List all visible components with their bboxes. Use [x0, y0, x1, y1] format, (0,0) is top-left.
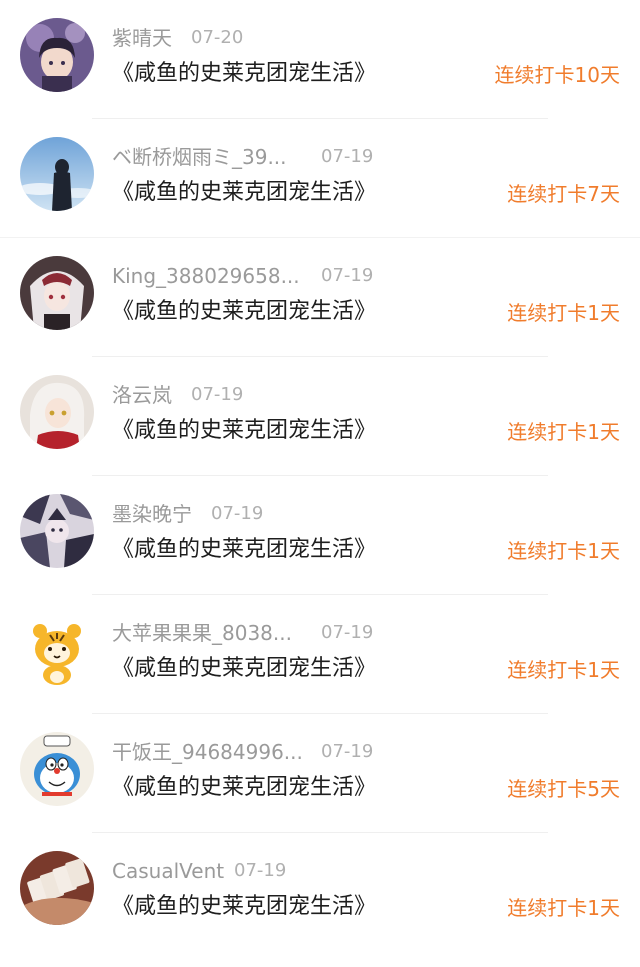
avatar[interactable]: [20, 851, 94, 925]
avatar[interactable]: [20, 732, 94, 806]
cartoon-tiger-avatar-icon: [20, 613, 94, 687]
username[interactable]: 紫晴天: [112, 24, 172, 52]
list-item[interactable]: 紫晴天 07-20 《咸鱼的史莱克团宠生活》 连续打卡10天: [0, 0, 640, 119]
avatar[interactable]: [20, 137, 94, 211]
username[interactable]: King_388029658...: [112, 262, 300, 290]
avatar[interactable]: [20, 18, 94, 92]
streak-badge: 连续打卡7天: [507, 182, 620, 206]
anime-collage-avatar-icon: [20, 494, 94, 568]
silhouette-sky-avatar-icon: [20, 137, 94, 211]
list-item[interactable]: King_388029658... 07-19 《咸鱼的史莱克团宠生活》 连续打…: [0, 238, 640, 357]
date: 07-19: [211, 503, 264, 524]
item-meta: 墨染晚宁 07-19: [112, 500, 412, 528]
streak-badge: 连续打卡1天: [507, 420, 620, 444]
date: 07-19: [234, 860, 287, 881]
streak-badge: 连续打卡1天: [507, 539, 620, 563]
list-item[interactable]: CasualVent 07-19 《咸鱼的史莱克团宠生活》 连续打卡1天: [0, 833, 640, 952]
username[interactable]: 墨染晚宁: [112, 500, 192, 528]
item-meta: ベ断桥烟雨ミ_39... 07-19: [112, 143, 412, 171]
playing-cards-avatar-icon: [20, 851, 94, 925]
streak-badge: 连续打卡10天: [494, 63, 620, 87]
list-item[interactable]: 大苹果果果_8038... 07-19 《咸鱼的史莱克团宠生活》 连续打卡1天: [0, 595, 640, 714]
list-item[interactable]: 洛云岚 07-19 《咸鱼的史莱克团宠生活》 连续打卡1天: [0, 357, 640, 476]
anime-white-hair-avatar-icon: [20, 375, 94, 449]
book-title[interactable]: 《咸鱼的史莱克团宠生活》: [112, 415, 376, 447]
item-meta: King_388029658... 07-19: [112, 262, 412, 290]
avatar[interactable]: [20, 256, 94, 330]
book-title[interactable]: 《咸鱼的史莱克团宠生活》: [112, 891, 376, 923]
item-meta: 干饭王_94684996... 07-19: [112, 738, 412, 766]
book-title[interactable]: 《咸鱼的史莱克团宠生活》: [112, 534, 376, 566]
anime-girl-purple-avatar-icon: [20, 18, 94, 92]
avatar[interactable]: [20, 613, 94, 687]
book-title[interactable]: 《咸鱼的史莱克团宠生活》: [112, 177, 376, 209]
book-title[interactable]: 《咸鱼的史莱克团宠生活》: [112, 653, 376, 685]
streak-badge: 连续打卡1天: [507, 658, 620, 682]
book-title[interactable]: 《咸鱼的史莱克团宠生活》: [112, 296, 376, 328]
item-meta: 大苹果果果_8038... 07-19: [112, 619, 412, 647]
date: 07-19: [191, 384, 244, 405]
streak-badge: 连续打卡1天: [507, 301, 620, 325]
date: 07-19: [321, 146, 374, 167]
date: 07-20: [191, 27, 244, 48]
avatar[interactable]: [20, 375, 94, 449]
username[interactable]: 干饭王_94684996...: [112, 738, 303, 766]
username[interactable]: 大苹果果果_8038...: [112, 619, 292, 647]
list-item[interactable]: 干饭王_94684996... 07-19 《咸鱼的史莱克团宠生活》 连续打卡5…: [0, 714, 640, 833]
item-meta: CasualVent 07-19: [112, 857, 412, 885]
username[interactable]: 洛云岚: [112, 381, 172, 409]
anime-maid-avatar-icon: [20, 256, 94, 330]
streak-badge: 连续打卡5天: [507, 777, 620, 801]
streak-badge: 连续打卡1天: [507, 896, 620, 920]
date: 07-19: [321, 622, 374, 643]
username[interactable]: CasualVent: [112, 857, 224, 885]
book-title[interactable]: 《咸鱼的史莱克团宠生活》: [112, 58, 376, 90]
date: 07-19: [321, 265, 374, 286]
list-item[interactable]: ベ断桥烟雨ミ_39... 07-19 《咸鱼的史莱克团宠生活》 连续打卡7天: [0, 119, 640, 238]
book-title[interactable]: 《咸鱼的史莱克团宠生活》: [112, 772, 376, 804]
doraemon-avatar-icon: [20, 732, 94, 806]
item-meta: 洛云岚 07-19: [112, 381, 412, 409]
avatar[interactable]: [20, 494, 94, 568]
item-meta: 紫晴天 07-20: [112, 24, 412, 52]
username[interactable]: ベ断桥烟雨ミ_39...: [112, 143, 287, 171]
date: 07-19: [321, 741, 374, 762]
list-item[interactable]: 墨染晚宁 07-19 《咸鱼的史莱克团宠生活》 连续打卡1天: [0, 476, 640, 595]
checkin-list: 紫晴天 07-20 《咸鱼的史莱克团宠生活》 连续打卡10天 ベ断桥烟雨ミ_39…: [0, 0, 640, 967]
